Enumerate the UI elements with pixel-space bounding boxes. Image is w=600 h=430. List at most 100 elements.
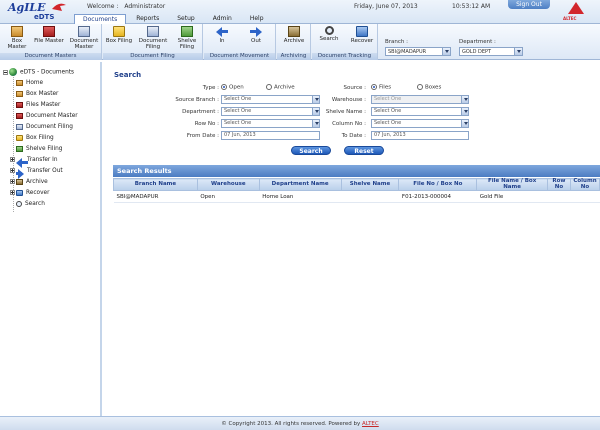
sidebar-item-document-filing[interactable]: Document Filing bbox=[16, 123, 73, 132]
sidebar-item-box-filing[interactable]: Box Filing bbox=[16, 134, 54, 143]
arrow-right-icon bbox=[250, 26, 262, 37]
page-title: Search bbox=[114, 71, 142, 79]
cell-file-box-no: F01-2013-000004 bbox=[398, 190, 477, 203]
warehouse-select[interactable]: Select One bbox=[371, 95, 469, 104]
logo-sub: eDTS bbox=[34, 13, 55, 21]
document-master-button[interactable]: Document Master bbox=[67, 26, 101, 50]
source-label: Source : bbox=[343, 85, 367, 91]
column-no-label: Column No : bbox=[332, 121, 366, 127]
current-date: Friday, June 07, 2013 bbox=[354, 3, 418, 10]
type-open-label: Open bbox=[229, 84, 244, 91]
collapse-icon[interactable] bbox=[3, 69, 8, 75]
menu-tab-documents[interactable]: Documents bbox=[74, 14, 127, 24]
tree-root[interactable]: eDTS - Documents bbox=[3, 68, 74, 77]
radio-selected-icon bbox=[371, 84, 377, 90]
main-menu: Documents Reports Setup Admin Help bbox=[74, 14, 274, 24]
menu-tab-help[interactable]: Help bbox=[242, 14, 272, 24]
recover-icon bbox=[16, 189, 23, 196]
results-title: Search Results bbox=[113, 165, 600, 177]
source-boxes-radio[interactable]: Boxes bbox=[417, 84, 441, 91]
type-open-radio[interactable]: Open bbox=[221, 84, 244, 91]
sidebar-item-shelve-filing[interactable]: Shelve Filing bbox=[16, 145, 62, 154]
sidebar-item-transfer-in[interactable]: Transfer In bbox=[10, 156, 58, 168]
group-label: Document Masters bbox=[0, 53, 101, 60]
cell-shelve-name bbox=[341, 190, 399, 203]
folder-icon bbox=[16, 134, 23, 141]
radio-icon bbox=[266, 84, 272, 90]
sidebar-item-search[interactable]: Search bbox=[16, 200, 45, 209]
expand-icon[interactable] bbox=[10, 179, 15, 184]
sign-out-button[interactable]: Sign Out bbox=[508, 0, 550, 9]
box-icon bbox=[16, 90, 23, 97]
to-date-input[interactable]: 07 Jun, 2013 bbox=[371, 131, 469, 140]
box-filing-button[interactable]: Box Filing bbox=[105, 26, 133, 44]
box-master-button[interactable]: Box Master bbox=[2, 26, 32, 50]
group-label: Document Tracking bbox=[312, 53, 377, 60]
group-archiving: Archive Archiving bbox=[277, 24, 311, 60]
source-files-radio[interactable]: Files bbox=[371, 84, 391, 91]
brand-triangle-icon bbox=[568, 2, 584, 14]
menu-tab-setup[interactable]: Setup bbox=[169, 14, 202, 24]
document-filing-label: Document Filing bbox=[138, 38, 168, 50]
sidebar-item-transfer-out[interactable]: Transfer Out bbox=[10, 167, 63, 179]
col-branch-name[interactable]: Branch Name bbox=[113, 178, 198, 191]
transfer-out-button[interactable]: Out bbox=[244, 26, 268, 44]
transfer-in-label: In bbox=[219, 38, 225, 44]
document-filing-button[interactable]: Document Filing bbox=[136, 26, 170, 50]
expand-icon[interactable] bbox=[10, 168, 15, 173]
source-files-label: Files bbox=[379, 84, 392, 91]
search-button-toolbar[interactable]: Search bbox=[316, 26, 342, 42]
shelve-name-select[interactable]: Select One bbox=[371, 107, 469, 116]
sidebar-item-label: Document Filing bbox=[26, 124, 73, 130]
group-document-masters: Box Master File Master Document Master D… bbox=[0, 24, 102, 60]
col-warehouse[interactable]: Warehouse bbox=[196, 178, 260, 191]
expand-icon[interactable] bbox=[10, 190, 15, 195]
archive-button[interactable]: Archive bbox=[280, 26, 308, 44]
group-document-filing: Box Filing Document Filing Shelve Filing… bbox=[103, 24, 203, 60]
sidebar-item-archive[interactable]: Archive bbox=[10, 178, 48, 187]
footer: © Copyright 2013. All rights reserved. P… bbox=[0, 416, 600, 430]
sidebar-item-label: Box Filing bbox=[26, 135, 54, 141]
home-icon bbox=[16, 79, 23, 86]
reset-button[interactable]: Reset bbox=[344, 146, 384, 155]
col-row-no[interactable]: Row No bbox=[547, 178, 571, 191]
current-time: 10:53:12 AM bbox=[452, 3, 491, 10]
branch-label: Branch : bbox=[385, 39, 409, 45]
arrow-left-icon bbox=[16, 157, 28, 168]
menu-tab-admin[interactable]: Admin bbox=[205, 14, 240, 24]
sidebar-item-label: Home bbox=[26, 80, 44, 86]
department-select-toolbar[interactable]: GOLD DEPT bbox=[459, 47, 523, 56]
col-shelve-name[interactable]: Shelve Name bbox=[340, 178, 400, 191]
department-value-toolbar: GOLD DEPT bbox=[462, 49, 492, 55]
menu-tab-reports[interactable]: Reports bbox=[128, 14, 167, 24]
branch-select[interactable]: SBI@MADAPUR bbox=[385, 47, 451, 56]
sidebar-item-box-master[interactable]: Box Master bbox=[16, 90, 58, 99]
table-row[interactable]: SBI@MADAPUR Open Home Loan F01-2013-0000… bbox=[113, 190, 600, 203]
col-column-no[interactable]: Column No bbox=[569, 178, 600, 191]
col-file-box-name[interactable]: File Name / Box Name bbox=[476, 178, 548, 191]
column-no-select[interactable]: Select One bbox=[371, 119, 469, 128]
search-button[interactable]: Search bbox=[291, 146, 331, 155]
box-filing-label: Box Filing bbox=[105, 38, 133, 44]
chevron-down-icon bbox=[461, 96, 468, 103]
recover-button[interactable]: Recover bbox=[348, 26, 376, 44]
group-label: Document Filing bbox=[103, 53, 202, 60]
col-department-name[interactable]: Department Name bbox=[258, 178, 342, 191]
archive-box-icon bbox=[16, 178, 23, 185]
group-label: Document Movement bbox=[204, 53, 275, 60]
shelve-filing-button[interactable]: Shelve Filing bbox=[173, 26, 201, 50]
search-icon bbox=[16, 200, 22, 207]
box-master-label: Box Master bbox=[7, 38, 27, 50]
transfer-in-button[interactable]: In bbox=[210, 26, 234, 44]
sidebar-item-home[interactable]: Home bbox=[16, 79, 43, 88]
shelf-icon bbox=[181, 26, 193, 37]
col-file-box-no[interactable]: File No / Box No bbox=[398, 178, 478, 191]
expand-icon[interactable] bbox=[10, 157, 15, 162]
file-master-button[interactable]: File Master bbox=[34, 26, 64, 44]
sidebar-item-document-master[interactable]: Document Master bbox=[16, 112, 78, 121]
sidebar-item-files-master[interactable]: Files Master bbox=[16, 101, 60, 110]
source-branch-value: Select One bbox=[224, 96, 252, 102]
search-panel: Search Type : Open Archive Source : File… bbox=[111, 68, 600, 163]
sidebar-item-recover[interactable]: Recover bbox=[10, 189, 49, 198]
powered-by-link[interactable]: ALTEC bbox=[362, 421, 379, 427]
